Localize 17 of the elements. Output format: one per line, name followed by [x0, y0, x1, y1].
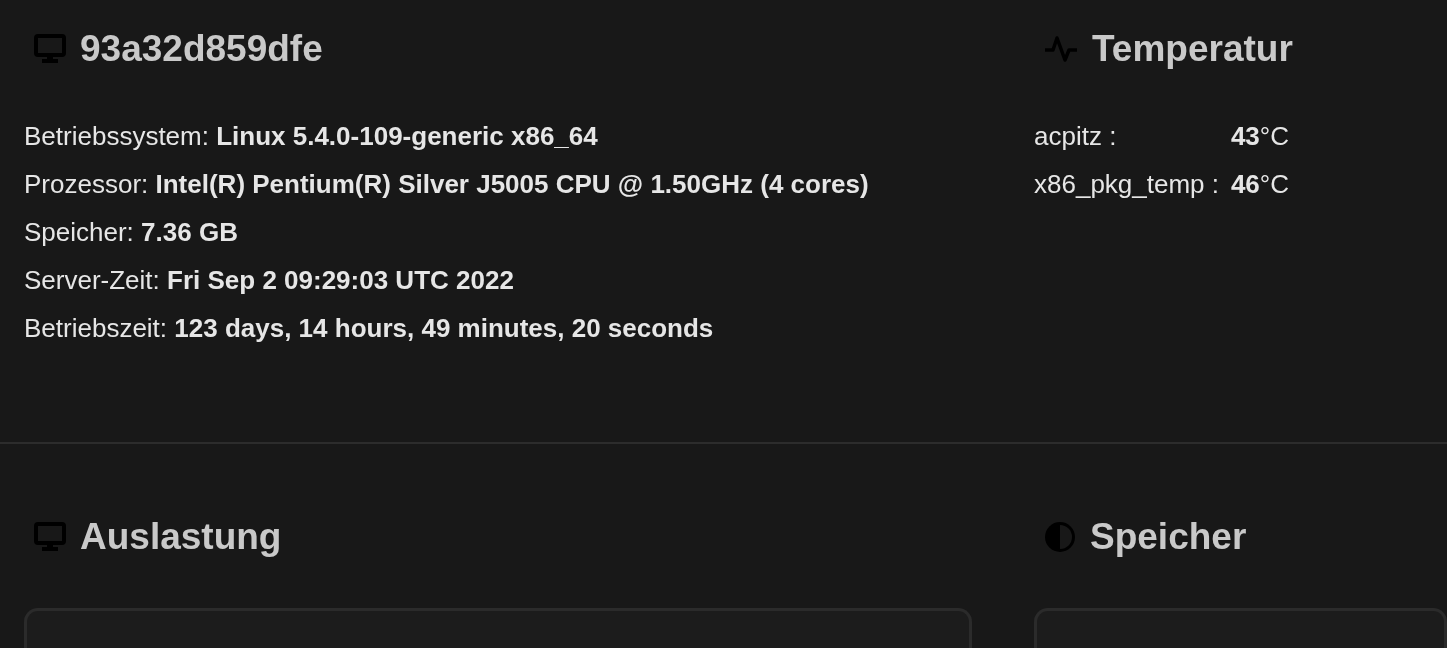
section-title: Speicher [1090, 516, 1247, 558]
info-line: Speicher: 7.36 GB [24, 216, 239, 249]
sensor-label: acpitz : [1034, 120, 1118, 153]
pie-chart-icon [1044, 521, 1076, 553]
info-line: Betriebszeit: 123 days, 14 hours, 49 minutes, 20 seconds [24, 312, 715, 345]
section-title: Temperatur [1092, 28, 1293, 70]
monitor-icon [34, 34, 66, 64]
pulse-icon [1044, 35, 1078, 63]
info-line: Server-Zeit: Fri Sep 2 09:29:03 UTC 2022 [24, 264, 515, 297]
section-title: 93a32d859dfe [80, 28, 323, 70]
sensor-value: 43°C [1229, 120, 1289, 153]
section-title: Auslastung [80, 516, 282, 558]
sensor-label: x86_pkg_temp : [1034, 168, 1219, 201]
info-line: Betriebssystem: Linux 5.4.0-109-generic x86_64 [24, 120, 599, 153]
sensor-value: 46°C [1229, 168, 1289, 201]
monitor-icon [34, 522, 66, 552]
info-line: Prozessor: Intel(R) Pentium(R) Silver J5005 CPU @ 1.50GHz (4 cores) [24, 168, 870, 201]
